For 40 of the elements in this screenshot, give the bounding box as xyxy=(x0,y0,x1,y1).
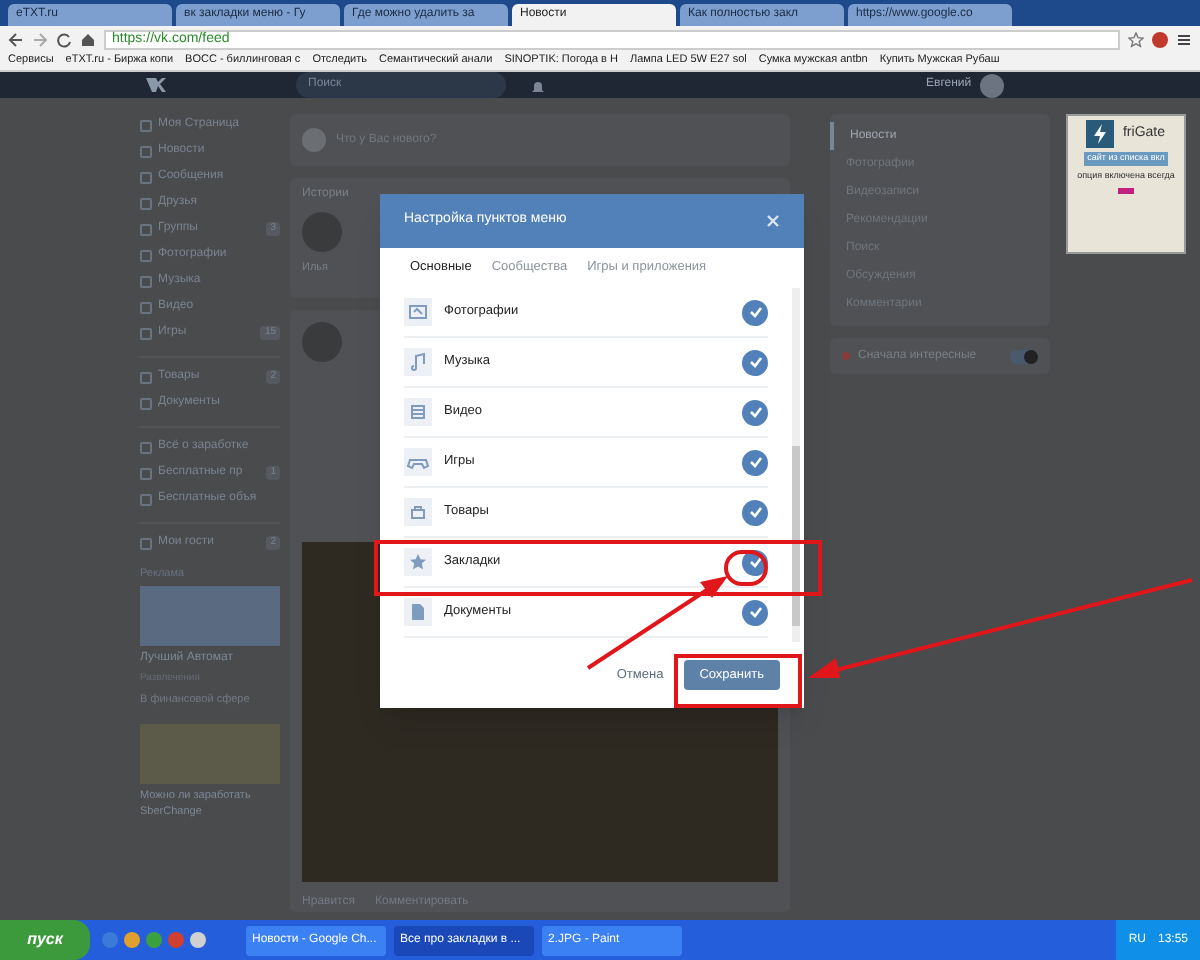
avatar-icon[interactable] xyxy=(979,73,1004,97)
avatar-icon xyxy=(302,128,326,152)
star-icon[interactable] xyxy=(1128,31,1144,47)
scrollbar[interactable] xyxy=(792,288,800,642)
menu-item-icon xyxy=(140,467,152,479)
menu-item-icon xyxy=(404,598,432,626)
menu-item-icon xyxy=(404,448,432,476)
close-icon[interactable] xyxy=(766,214,780,228)
menu-item-icon xyxy=(140,145,152,157)
menu-item-icon xyxy=(140,493,152,505)
menu-item-icon xyxy=(140,275,152,287)
menu-item-icon xyxy=(140,397,152,409)
extension-icon[interactable] xyxy=(1152,31,1168,47)
menu-item-icon xyxy=(404,498,432,526)
menu-item-icon xyxy=(140,223,152,235)
back-icon[interactable] xyxy=(8,31,24,47)
menu-item-icon xyxy=(404,548,432,576)
bell-icon[interactable] xyxy=(530,77,546,93)
indicator-bar xyxy=(1118,187,1134,193)
menu-item-icon xyxy=(140,371,152,383)
menu-item-icon xyxy=(140,171,152,183)
menu-item-icon xyxy=(140,327,152,339)
home-icon[interactable] xyxy=(80,31,96,47)
forward-icon[interactable] xyxy=(32,31,48,47)
menu-item-icon xyxy=(404,298,432,326)
menu-icon[interactable] xyxy=(1176,31,1192,47)
start-button[interactable]: пуск xyxy=(0,920,90,960)
menu-item-icon xyxy=(404,348,432,376)
lightning-icon xyxy=(1086,120,1115,148)
menu-item-icon xyxy=(140,301,152,313)
menu-item-icon xyxy=(140,119,152,131)
menu-item-icon xyxy=(140,197,152,209)
toggle-switch[interactable] xyxy=(1010,349,1038,363)
highlight-frame xyxy=(674,654,802,708)
menu-item-icon xyxy=(140,249,152,261)
reload-icon[interactable] xyxy=(56,31,72,47)
arrow-annotation xyxy=(586,576,728,670)
menu-item-icon xyxy=(140,441,152,453)
menu-item-icon xyxy=(140,537,152,549)
menu-item-icon xyxy=(404,398,432,426)
